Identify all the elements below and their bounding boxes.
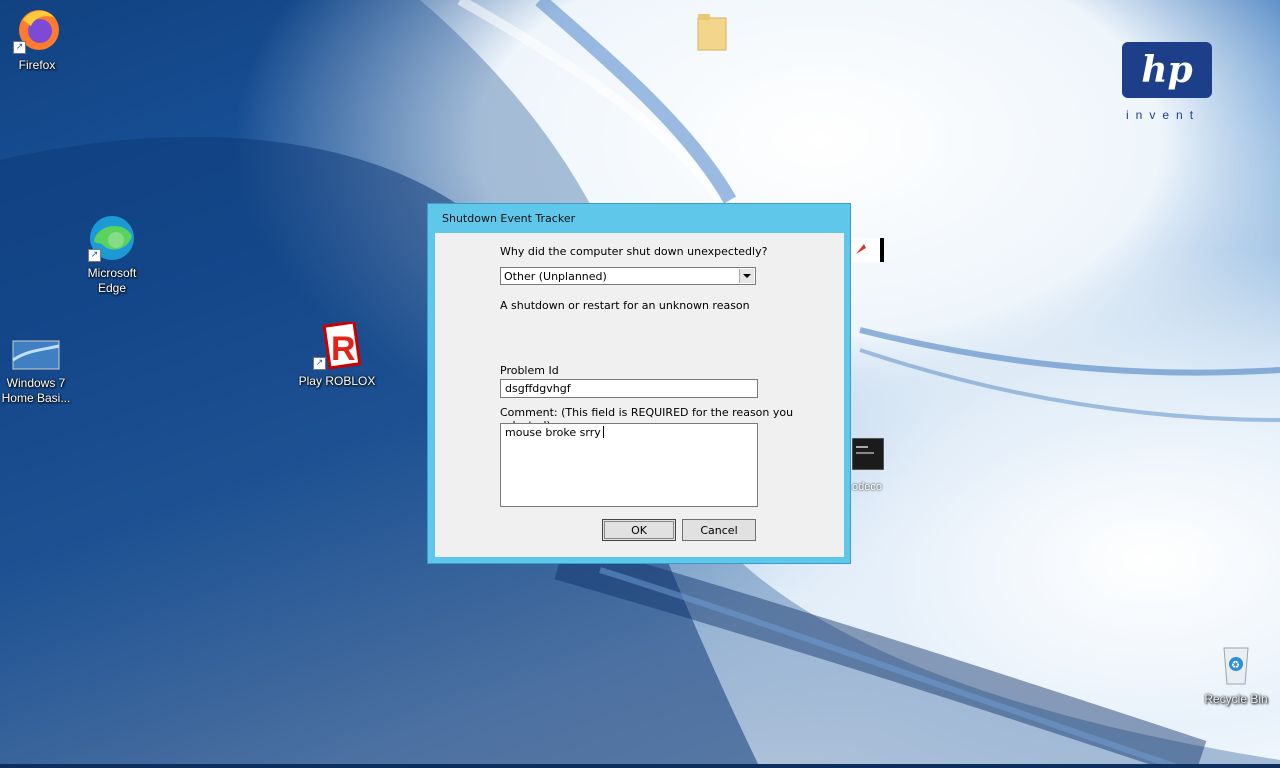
comment-value: mouse broke srry xyxy=(505,426,601,439)
recycle-bin-icon: ♻ xyxy=(1212,640,1260,688)
desktop-icon-label: Play ROBLOX xyxy=(298,374,376,388)
desktop-icon-label: odeco xyxy=(852,481,882,493)
text-caret xyxy=(602,426,604,438)
shortcut-arrow-icon: ↗ xyxy=(313,357,326,370)
desktop-icon-label: Recycle Bin xyxy=(1204,692,1268,706)
taskbar-edge xyxy=(0,764,1280,768)
desktop-icon-label: Microsoft Edge xyxy=(87,266,137,295)
desktop-icon-roblox[interactable]: R ↗ Play ROBLOX xyxy=(297,320,377,389)
desktop-icon-windows7[interactable]: Windows 7 Home Basi... xyxy=(0,338,76,406)
dialog-title: Shutdown Event Tracker xyxy=(442,212,576,225)
shortcut-arrow-icon: ↗ xyxy=(13,41,26,54)
shutdown-event-tracker-dialog: Shutdown Event Tracker Why did the compu… xyxy=(427,203,851,564)
shortcut-arrow-icon: ↗ xyxy=(88,249,101,262)
desktop-icon-recycle-bin[interactable]: ♻ Recycle Bin xyxy=(1196,640,1276,707)
image-thumbnail-icon xyxy=(12,338,60,386)
desktop-icon-label: Firefox xyxy=(18,58,56,72)
problem-id-label: Problem Id xyxy=(500,364,559,377)
problem-id-value: dsgffdgvhgf xyxy=(505,382,571,395)
shutdown-question: Why did the computer shut down unexpecte… xyxy=(500,245,768,258)
reason-description: A shutdown or restart for an unknown rea… xyxy=(500,299,750,312)
desktop-icon-firefox[interactable]: ↗ Firefox xyxy=(0,6,77,73)
hp-logo-mark: hp xyxy=(1141,49,1193,91)
firefox-icon: ↗ xyxy=(13,6,61,54)
hidden-app-icon[interactable] xyxy=(852,236,884,264)
chevron-down-icon[interactable] xyxy=(739,269,754,283)
edge-icon: ↗ xyxy=(88,214,136,262)
desktop-icon-edge[interactable]: ↗ Microsoft Edge xyxy=(72,214,152,296)
console-icon xyxy=(851,437,885,471)
reason-dropdown[interactable]: Other (Unplanned) xyxy=(500,267,756,285)
problem-id-input[interactable]: dsgffdgvhgf xyxy=(500,379,758,398)
reason-dropdown-value: Other (Unplanned) xyxy=(504,270,607,283)
roblox-icon: R ↗ xyxy=(313,320,362,370)
ok-button[interactable]: OK xyxy=(602,519,676,541)
hp-logo-tagline: invent xyxy=(1126,108,1201,122)
hp-logo: hp xyxy=(1122,42,1212,98)
svg-text:♻: ♻ xyxy=(1231,660,1240,671)
svg-text:R: R xyxy=(331,330,356,368)
dialog-client-area: Why did the computer shut down unexpecte… xyxy=(435,233,844,557)
desktop-icon-odeco[interactable]: odeco xyxy=(851,437,892,493)
comment-textarea[interactable]: mouse broke srry xyxy=(500,423,758,507)
folder-icon[interactable] xyxy=(696,12,728,52)
cancel-button[interactable]: Cancel xyxy=(682,519,756,541)
